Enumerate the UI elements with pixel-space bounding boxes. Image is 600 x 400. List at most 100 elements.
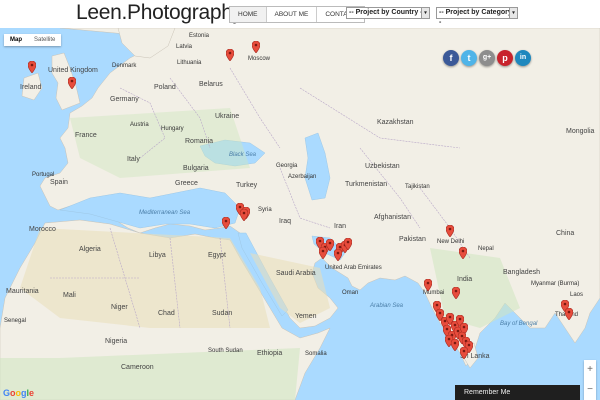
world-map[interactable]: Map Satellite f t g+ p in Estonia Latvia… xyxy=(0,28,600,400)
map-label: Mongolia xyxy=(566,128,595,135)
map-label: Tajikistan xyxy=(405,184,430,190)
map-label: Algeria xyxy=(79,246,101,253)
map-label: India xyxy=(457,276,473,283)
project-by-country-select[interactable]: -- Project by Country -- ▾ xyxy=(346,7,430,19)
map-label: Nigeria xyxy=(105,338,128,345)
map-label: Belarus xyxy=(199,81,223,88)
map-marker-pin[interactable] xyxy=(459,346,469,360)
nav-home[interactable]: HOME xyxy=(230,7,267,22)
map-label: Ireland xyxy=(20,84,42,91)
map-label: United Kingdom xyxy=(48,67,98,74)
map-label: Italy xyxy=(127,156,140,163)
site-logo[interactable]: Leen.Photography xyxy=(76,1,243,25)
map-label: Pakistan xyxy=(399,236,426,243)
map-label: Saudi Arabia xyxy=(276,270,316,277)
map-label: Oman xyxy=(342,290,359,296)
map-label: Bulgaria xyxy=(183,165,209,172)
map-label: Spain xyxy=(50,179,68,186)
map-label: Mediterranean Sea xyxy=(139,210,191,216)
map-label: Romania xyxy=(185,138,214,145)
remember-me-bar[interactable]: Remember Me xyxy=(455,385,580,400)
map-marker-pin[interactable] xyxy=(343,237,353,251)
map-marker-pin[interactable] xyxy=(445,224,455,238)
map-label: Bangladesh xyxy=(503,269,540,276)
pinterest-icon[interactable]: p xyxy=(497,50,513,66)
google-logo: Google xyxy=(3,388,35,398)
map-marker-pin[interactable] xyxy=(325,238,335,252)
map-label: Iraq xyxy=(279,218,292,225)
map-label: Senegal xyxy=(4,318,27,324)
map-label: Bay of Bengal xyxy=(500,321,538,327)
map-label: Latvia xyxy=(176,44,193,50)
map-label: Turkmenistan xyxy=(345,181,388,188)
main-nav: HOME ABOUT ME CONTACT xyxy=(229,6,366,23)
google-plus-icon[interactable]: g+ xyxy=(479,50,495,66)
map-label: Somalia xyxy=(305,351,327,357)
map-label: Lithuania xyxy=(177,60,202,66)
map-label: Libya xyxy=(149,252,166,259)
map-label: Austria xyxy=(130,122,149,128)
map-type-map[interactable]: Map xyxy=(4,34,28,46)
chevron-down-icon: ▾ xyxy=(421,8,429,18)
map-label: Denmark xyxy=(112,63,137,69)
project-by-category-select[interactable]: -- Project by Category -- ▾ xyxy=(436,7,518,26)
country-select-value: -- Project by Country -- xyxy=(349,9,425,16)
map-label: China xyxy=(556,230,575,237)
map-label: Cameroon xyxy=(121,364,154,371)
twitter-icon[interactable]: t xyxy=(461,50,477,66)
map-label: France xyxy=(75,132,97,139)
map-label: Portugal xyxy=(32,172,55,178)
zoom-in-button[interactable]: + xyxy=(584,360,596,380)
linkedin-icon[interactable]: in xyxy=(515,50,531,66)
map-label: Mali xyxy=(63,292,76,299)
map-marker-pin[interactable] xyxy=(333,248,343,262)
map-marker-pin[interactable] xyxy=(225,48,235,62)
map-label: Mauritania xyxy=(6,288,39,295)
category-select-value: -- Project by Category -- xyxy=(439,9,517,26)
map-type-control: Map Satellite xyxy=(4,34,62,46)
map-label: Nepal xyxy=(478,246,494,252)
map-label: Turkey xyxy=(236,182,258,189)
map-marker-pin[interactable] xyxy=(67,76,77,90)
map-label: Sudan xyxy=(212,310,233,317)
map-label: Arabian Sea xyxy=(370,303,404,309)
map-label: Morocco xyxy=(29,226,56,233)
zoom-control: + − xyxy=(584,360,596,400)
map-label: Poland xyxy=(154,84,176,91)
nav-about-me[interactable]: ABOUT ME xyxy=(267,7,318,22)
map-label: Laos xyxy=(570,292,584,298)
map-label: Syria xyxy=(258,207,272,213)
map-label: Germany xyxy=(110,96,139,103)
map-label: Black Sea xyxy=(229,152,257,158)
map-marker-pin[interactable] xyxy=(564,307,574,321)
map-marker-pin[interactable] xyxy=(221,216,231,230)
map-label: Niger xyxy=(111,304,128,311)
site-header: Leen.Photography HOME ABOUT ME CONTACT -… xyxy=(0,0,600,28)
map-label: Kazakhstan xyxy=(377,119,414,126)
map-label: Ukraine xyxy=(215,113,240,120)
map-label: Estonia xyxy=(189,33,210,39)
map-marker-pin[interactable] xyxy=(251,40,261,54)
map-label: Azerbaijan xyxy=(288,174,317,180)
map-label: Georgia xyxy=(276,163,298,169)
map-label: Ethiopia xyxy=(257,350,283,357)
map-land xyxy=(0,28,600,400)
chevron-down-icon: ▾ xyxy=(509,8,517,18)
map-marker-pin[interactable] xyxy=(423,278,433,292)
map-label: Hungary xyxy=(161,126,184,132)
map-marker-pin[interactable] xyxy=(458,246,468,260)
map-label: Afghanistan xyxy=(374,214,411,221)
zoom-out-button[interactable]: − xyxy=(584,380,596,400)
map-label: Egypt xyxy=(208,252,226,259)
map-label: Chad xyxy=(158,310,175,317)
map-type-satellite[interactable]: Satellite xyxy=(28,34,61,46)
map-label: United Arab Emirates xyxy=(325,265,382,271)
map-marker-pin[interactable] xyxy=(451,286,461,300)
map-label: Myanmar (Burma) xyxy=(531,281,580,287)
map-marker-pin[interactable] xyxy=(27,60,37,74)
map-label: Greece xyxy=(175,180,198,187)
map-label: South Sudan xyxy=(208,348,243,354)
map-marker-pin[interactable] xyxy=(239,208,249,222)
facebook-icon[interactable]: f xyxy=(443,50,459,66)
map-label: Moscow xyxy=(248,56,271,62)
